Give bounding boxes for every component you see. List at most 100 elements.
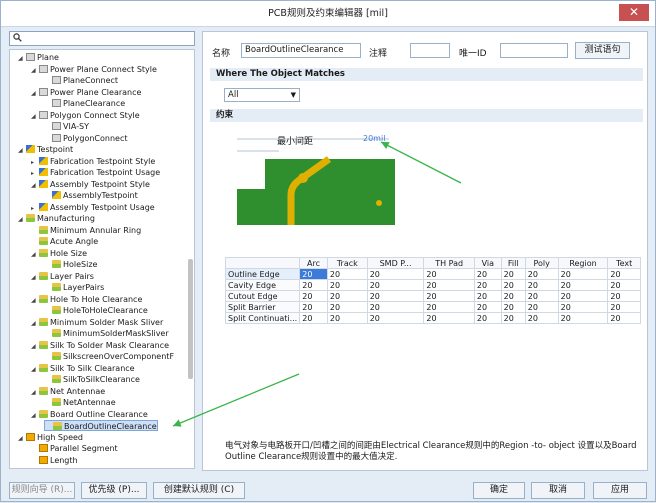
clearance-cell[interactable]: 20	[473, 290, 502, 302]
tree-item[interactable]: ◢ Silk To Solder Mask Clearance	[31, 340, 169, 351]
tree-item[interactable]: Acute Angle	[31, 236, 98, 247]
expand-arrow-icon[interactable]: ▸	[31, 168, 39, 179]
tree-item[interactable]: ◢ Power Plane Clearance	[31, 87, 141, 98]
tree-item[interactable]: HoleSize	[44, 259, 97, 270]
tree-scrollbar-thumb[interactable]	[188, 259, 193, 379]
collapse-arrow-icon[interactable]: ◢	[31, 249, 39, 260]
tree-item[interactable]: PlaneConnect	[44, 75, 118, 86]
priority-button[interactable]: 优先级 (P)...	[81, 482, 147, 499]
collapse-arrow-icon[interactable]: ◢	[31, 88, 39, 99]
clearance-cell[interactable]: 20	[473, 279, 502, 291]
tree-item[interactable]: Parallel Segment	[31, 443, 118, 454]
tree-item[interactable]: PlaneClearance	[44, 98, 125, 109]
tree-item[interactable]: ◢ Layer Pairs	[31, 271, 94, 282]
collapse-arrow-icon[interactable]: ◢	[31, 295, 39, 306]
clearance-cell[interactable]: 20	[299, 279, 328, 291]
tree-item[interactable]: ▸ Assembly Testpoint Usage	[31, 202, 155, 213]
clearance-cell[interactable]: 20	[557, 301, 609, 313]
clearance-cell[interactable]: 20	[473, 301, 502, 313]
tree-item[interactable]: SilkscreenOverComponentF	[44, 351, 174, 362]
clearance-cell[interactable]: 20	[500, 268, 526, 280]
clearance-cell[interactable]: 20	[423, 290, 475, 302]
collapse-arrow-icon[interactable]: ◢	[18, 145, 26, 156]
clearance-cell[interactable]: 20	[299, 301, 328, 313]
rule-tree[interactable]: ◢ Plane ◢ Power Plane Connect Style PlaneCon…	[9, 49, 195, 469]
collapse-arrow-icon[interactable]: ◢	[31, 318, 39, 329]
collapse-arrow-icon[interactable]: ◢	[31, 111, 39, 122]
collapse-arrow-icon[interactable]: ◢	[18, 53, 26, 64]
scope-select[interactable]: All ▼	[224, 88, 300, 102]
clearance-cell[interactable]: 20	[366, 290, 425, 302]
clearance-cell[interactable]: 20	[557, 268, 609, 280]
clearance-cell[interactable]: 20	[299, 312, 328, 324]
clearance-cell[interactable]: 20	[326, 301, 368, 313]
tree-item[interactable]: ◢ Plane	[18, 52, 59, 63]
collapse-arrow-icon[interactable]: ◢	[18, 214, 26, 225]
clearance-cell[interactable]: 20	[326, 312, 368, 324]
clearance-cell[interactable]: 20	[607, 290, 641, 302]
tree-item[interactable]: ◢ Polygon Connect Style	[31, 110, 140, 121]
tree-item[interactable]: NetAntennae	[44, 397, 116, 408]
clearance-cell[interactable]: 20	[524, 312, 559, 324]
tree-item[interactable]: MinimumSolderMaskSliver	[44, 328, 169, 339]
apply-button[interactable]: 应用	[593, 482, 647, 499]
clearance-cell[interactable]: 20	[607, 312, 641, 324]
clearance-cell[interactable]: 20	[326, 279, 368, 291]
name-field[interactable]: BoardOutlineClearance	[241, 43, 361, 58]
tree-item[interactable]: ◢ Hole To Hole Clearance	[31, 294, 142, 305]
clearance-cell[interactable]: 20	[524, 301, 559, 313]
clearance-cell[interactable]: 20	[500, 290, 526, 302]
tree-item[interactable]: ◢ Hole Size	[31, 248, 87, 259]
tree-item[interactable]: Length	[31, 455, 78, 466]
collapse-arrow-icon[interactable]: ◢	[31, 410, 39, 421]
ok-button[interactable]: 确定	[473, 482, 525, 499]
clearance-cell[interactable]: 20	[473, 268, 502, 280]
clearance-cell[interactable]: 20	[366, 268, 425, 280]
collapse-arrow-icon[interactable]: ◢	[31, 65, 39, 76]
clearance-cell[interactable]: 20	[557, 312, 609, 324]
tree-item[interactable]: ◢ Manufacturing	[18, 213, 95, 224]
collapse-arrow-icon[interactable]: ◢	[31, 272, 39, 283]
tree-item[interactable]: ◢ Assembly Testpoint Style	[31, 179, 150, 190]
clearance-cell[interactable]: 20	[423, 312, 475, 324]
tree-item[interactable]: AssemblyTestpoint	[44, 190, 138, 201]
clearance-cell[interactable]: 20	[607, 279, 641, 291]
expand-arrow-icon[interactable]: ▸	[31, 157, 39, 168]
clearance-cell[interactable]: 20	[423, 301, 475, 313]
collapse-arrow-icon[interactable]: ◢	[18, 433, 26, 444]
tree-item[interactable]: ◢ Testpoint	[18, 144, 73, 155]
rule-wizard-button[interactable]: 规则向导 (R)...	[9, 482, 75, 499]
collapse-arrow-icon[interactable]: ◢	[31, 180, 39, 191]
clearance-cell[interactable]: 20	[557, 279, 609, 291]
clearance-cell[interactable]: 20	[423, 279, 475, 291]
tree-item[interactable]: Minimum Annular Ring	[31, 225, 141, 236]
tree-item[interactable]: ▸ Fabrication Testpoint Usage	[31, 167, 160, 178]
tree-scrollbar[interactable]	[187, 49, 194, 449]
tree-item[interactable]: ▸ Fabrication Testpoint Style	[31, 156, 155, 167]
tree-item[interactable]: LayerPairs	[44, 282, 104, 293]
close-button[interactable]: ✕	[619, 4, 649, 21]
create-default-rules-button[interactable]: 创建默认规则 (C)	[153, 482, 245, 499]
clearance-cell[interactable]: 20	[299, 268, 328, 280]
clearance-cell[interactable]: 20	[366, 301, 425, 313]
search-input[interactable]	[9, 31, 195, 46]
tree-item[interactable]: ◢ Net Antennae	[31, 386, 105, 397]
clearance-cell[interactable]: 20	[524, 290, 559, 302]
tree-item[interactable]: ◢ Minimum Solder Mask Sliver	[31, 317, 163, 328]
tree-item[interactable]: VIA-SY	[44, 121, 89, 132]
tree-item[interactable]: BoardOutlineClearance	[44, 420, 158, 431]
clearance-cell[interactable]: 20	[500, 279, 526, 291]
clearance-cell[interactable]: 20	[607, 301, 641, 313]
clearance-cell[interactable]: 20	[500, 312, 526, 324]
clearance-cell[interactable]: 20	[473, 312, 502, 324]
clearance-cell[interactable]: 20	[326, 290, 368, 302]
clearance-cell[interactable]: 20	[423, 268, 475, 280]
clearance-cell[interactable]: 20	[524, 268, 559, 280]
tree-item[interactable]: ◢ Silk To Silk Clearance	[31, 363, 135, 374]
clearance-cell[interactable]: 20	[607, 268, 641, 280]
tree-item[interactable]: PolygonConnect	[44, 133, 128, 144]
collapse-arrow-icon[interactable]: ◢	[31, 364, 39, 375]
clearance-cell[interactable]: 20	[326, 268, 368, 280]
tree-item[interactable]: ◢ Board Outline Clearance	[31, 409, 148, 420]
clearance-cell[interactable]: 20	[366, 312, 425, 324]
